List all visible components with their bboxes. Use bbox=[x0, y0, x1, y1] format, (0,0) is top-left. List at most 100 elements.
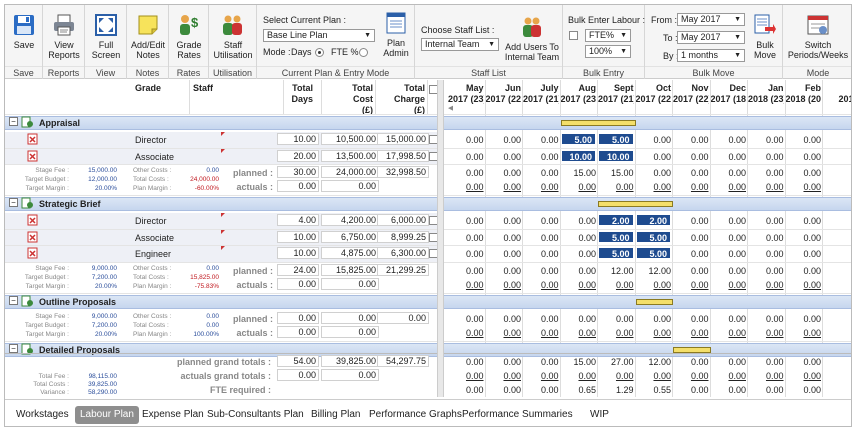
actuals-month-link[interactable]: 0.00 bbox=[711, 182, 746, 192]
person-icon[interactable] bbox=[27, 133, 39, 145]
grand-actuals-month[interactable]: 0.00 bbox=[561, 371, 596, 381]
month-allocation-cell[interactable]: 0.00 bbox=[523, 233, 559, 243]
actuals-month-link[interactable]: 0.00 bbox=[711, 280, 746, 290]
actuals-month-link[interactable]: 0.00 bbox=[711, 328, 746, 338]
actuals-month-link[interactable]: 0.00 bbox=[448, 328, 484, 338]
tab-wip[interactable]: WIP bbox=[585, 406, 614, 424]
actuals-month-link[interactable]: 0.00 bbox=[673, 182, 709, 192]
mode-fte-radio[interactable] bbox=[359, 48, 368, 57]
month-allocation-cell-active[interactable]: 5.00 bbox=[635, 230, 671, 243]
days-input[interactable]: 20.00 bbox=[277, 149, 319, 162]
grid-splitter[interactable] bbox=[437, 80, 444, 397]
month-allocation-cell[interactable]: 0.00 bbox=[486, 216, 521, 226]
grade-rates-button[interactable]: $ Grade Rates bbox=[172, 13, 206, 60]
month-allocation-cell[interactable]: 0.00 bbox=[673, 249, 709, 259]
scroll-left-icon[interactable]: ◀ bbox=[448, 104, 453, 112]
month-allocation-cell[interactable]: 0.00 bbox=[673, 233, 709, 243]
actuals-month-link[interactable]: 0.00 bbox=[523, 182, 559, 192]
month-allocation-cell[interactable]: 0.00 bbox=[448, 152, 484, 162]
month-allocation-cell-active[interactable]: 2.00 bbox=[635, 214, 671, 226]
month-allocation-cell[interactable]: 0.00 bbox=[786, 135, 821, 145]
month-allocation-cell[interactable]: 0.00 bbox=[673, 216, 709, 226]
bulk-entry-checkbox[interactable] bbox=[569, 31, 578, 40]
actuals-month-link[interactable]: 0.00 bbox=[598, 182, 634, 192]
month-allocation-cell[interactable]: 0.00 bbox=[486, 249, 521, 259]
month-allocation-cell[interactable]: 0.00 bbox=[561, 249, 596, 259]
staff-list-select[interactable]: Internal Team ▼ bbox=[421, 38, 499, 51]
actuals-month-link[interactable]: 0.00 bbox=[673, 328, 709, 338]
person-icon[interactable] bbox=[27, 214, 39, 226]
staff-utilisation-button[interactable]: Staff Utilisation bbox=[211, 13, 255, 60]
actuals-month-link[interactable]: 0.00 bbox=[748, 328, 784, 338]
actuals-month-link[interactable]: 0.00 bbox=[486, 280, 521, 290]
to-select[interactable]: May 2017 ▼ bbox=[677, 31, 745, 44]
actuals-month-link[interactable]: 0.00 bbox=[636, 182, 671, 192]
actuals-month-link[interactable]: 0.00 bbox=[598, 328, 634, 338]
actuals-month-link[interactable]: 0.00 bbox=[523, 280, 559, 290]
actuals-month-link[interactable]: 0.00 bbox=[748, 280, 784, 290]
month-allocation-cell[interactable]: 0.00 bbox=[523, 152, 559, 162]
month-allocation-cell[interactable]: 0.00 bbox=[673, 135, 709, 145]
month-allocation-cell[interactable]: 0.00 bbox=[711, 135, 746, 145]
grand-actuals-month[interactable]: 0.00 bbox=[448, 371, 484, 381]
month-allocation-cell-active[interactable]: 5.00 bbox=[598, 133, 634, 145]
month-allocation-cell[interactable]: 0.00 bbox=[748, 216, 784, 226]
actuals-month-link[interactable]: 0.00 bbox=[561, 280, 596, 290]
actuals-month-link[interactable]: 0.00 bbox=[486, 182, 521, 192]
days-input[interactable]: 10.00 bbox=[277, 133, 319, 145]
month-allocation-cell[interactable]: 0.00 bbox=[636, 152, 671, 162]
grand-actuals-month[interactable]: 0.00 bbox=[523, 371, 559, 381]
bulk-value-select[interactable]: 100% ▼ bbox=[585, 45, 631, 58]
month-allocation-cell[interactable]: 0.00 bbox=[711, 233, 746, 243]
collapse-toggle[interactable]: − bbox=[9, 117, 18, 126]
grand-actuals-month[interactable]: 0.00 bbox=[636, 371, 671, 381]
month-allocation-cell[interactable]: 0.00 bbox=[711, 152, 746, 162]
grand-actuals-month[interactable]: 0.00 bbox=[711, 371, 746, 381]
tab-performance-graphs[interactable]: Performance Graphs bbox=[364, 406, 467, 424]
grand-actuals-month[interactable]: 0.00 bbox=[598, 371, 634, 381]
month-allocation-cell[interactable]: 0.00 bbox=[636, 135, 671, 145]
collapse-toggle[interactable]: − bbox=[9, 343, 18, 353]
month-allocation-cell[interactable]: 0.00 bbox=[448, 233, 484, 243]
tab-performance-summaries[interactable]: Performance Summaries bbox=[457, 406, 578, 424]
add-users-button[interactable]: Add Users To Internal Team bbox=[503, 15, 561, 62]
from-select[interactable]: May 2017 ▼ bbox=[677, 13, 745, 26]
add-edit-notes-button[interactable]: Add/Edit Notes bbox=[129, 13, 167, 60]
grand-actuals-month[interactable]: 0.00 bbox=[748, 371, 784, 381]
bulk-unit-select[interactable]: FTE% ▼ bbox=[585, 29, 631, 42]
actuals-month-link[interactable]: 0.00 bbox=[523, 328, 559, 338]
grand-actuals-month[interactable]: 0.00 bbox=[486, 371, 521, 381]
month-allocation-cell[interactable]: 0.00 bbox=[561, 233, 596, 243]
month-allocation-cell-active[interactable]: 5.00 bbox=[560, 133, 596, 145]
month-allocation-cell[interactable]: 0.00 bbox=[486, 233, 521, 243]
actuals-month-link[interactable]: 0.00 bbox=[448, 280, 484, 290]
month-allocation-cell[interactable]: 0.00 bbox=[486, 135, 521, 145]
person-icon[interactable] bbox=[27, 231, 39, 243]
actuals-month-link[interactable]: 0.00 bbox=[486, 328, 521, 338]
switch-periods-button[interactable]: Switch Periods/Weeks bbox=[785, 13, 851, 60]
month-allocation-cell-active[interactable]: 5.00 bbox=[598, 247, 634, 259]
actuals-month-link[interactable]: 0.00 bbox=[598, 280, 634, 290]
month-allocation-cell[interactable]: 0.00 bbox=[786, 233, 821, 243]
by-select[interactable]: 1 months ▼ bbox=[677, 49, 745, 62]
actuals-month-link[interactable]: 0.00 bbox=[786, 280, 821, 290]
actuals-month-link[interactable]: 0.00 bbox=[636, 328, 671, 338]
actuals-month-link[interactable]: 0.00 bbox=[786, 182, 821, 192]
month-allocation-cell[interactable]: 0.00 bbox=[786, 249, 821, 259]
person-icon[interactable] bbox=[27, 247, 39, 259]
month-allocation-cell[interactable]: 0.00 bbox=[711, 216, 746, 226]
month-allocation-cell[interactable]: 0.00 bbox=[486, 152, 521, 162]
actuals-month-link[interactable]: 0.00 bbox=[786, 328, 821, 338]
month-allocation-cell[interactable]: 0.00 bbox=[523, 216, 559, 226]
grand-actuals-month[interactable]: 0.00 bbox=[786, 371, 821, 381]
month-allocation-cell[interactable]: 0.00 bbox=[523, 249, 559, 259]
month-allocation-cell[interactable]: 0.00 bbox=[523, 135, 559, 145]
actuals-month-link[interactable]: 0.00 bbox=[561, 328, 596, 338]
month-allocation-cell[interactable]: 0.00 bbox=[748, 152, 784, 162]
actuals-month-link[interactable]: 0.00 bbox=[561, 182, 596, 192]
month-allocation-cell[interactable]: 0.00 bbox=[748, 249, 784, 259]
month-allocation-cell[interactable]: 0.00 bbox=[448, 135, 484, 145]
month-allocation-cell[interactable]: 0.00 bbox=[448, 216, 484, 226]
person-icon[interactable] bbox=[27, 150, 39, 162]
tab-workstages[interactable]: Workstages bbox=[11, 406, 74, 424]
